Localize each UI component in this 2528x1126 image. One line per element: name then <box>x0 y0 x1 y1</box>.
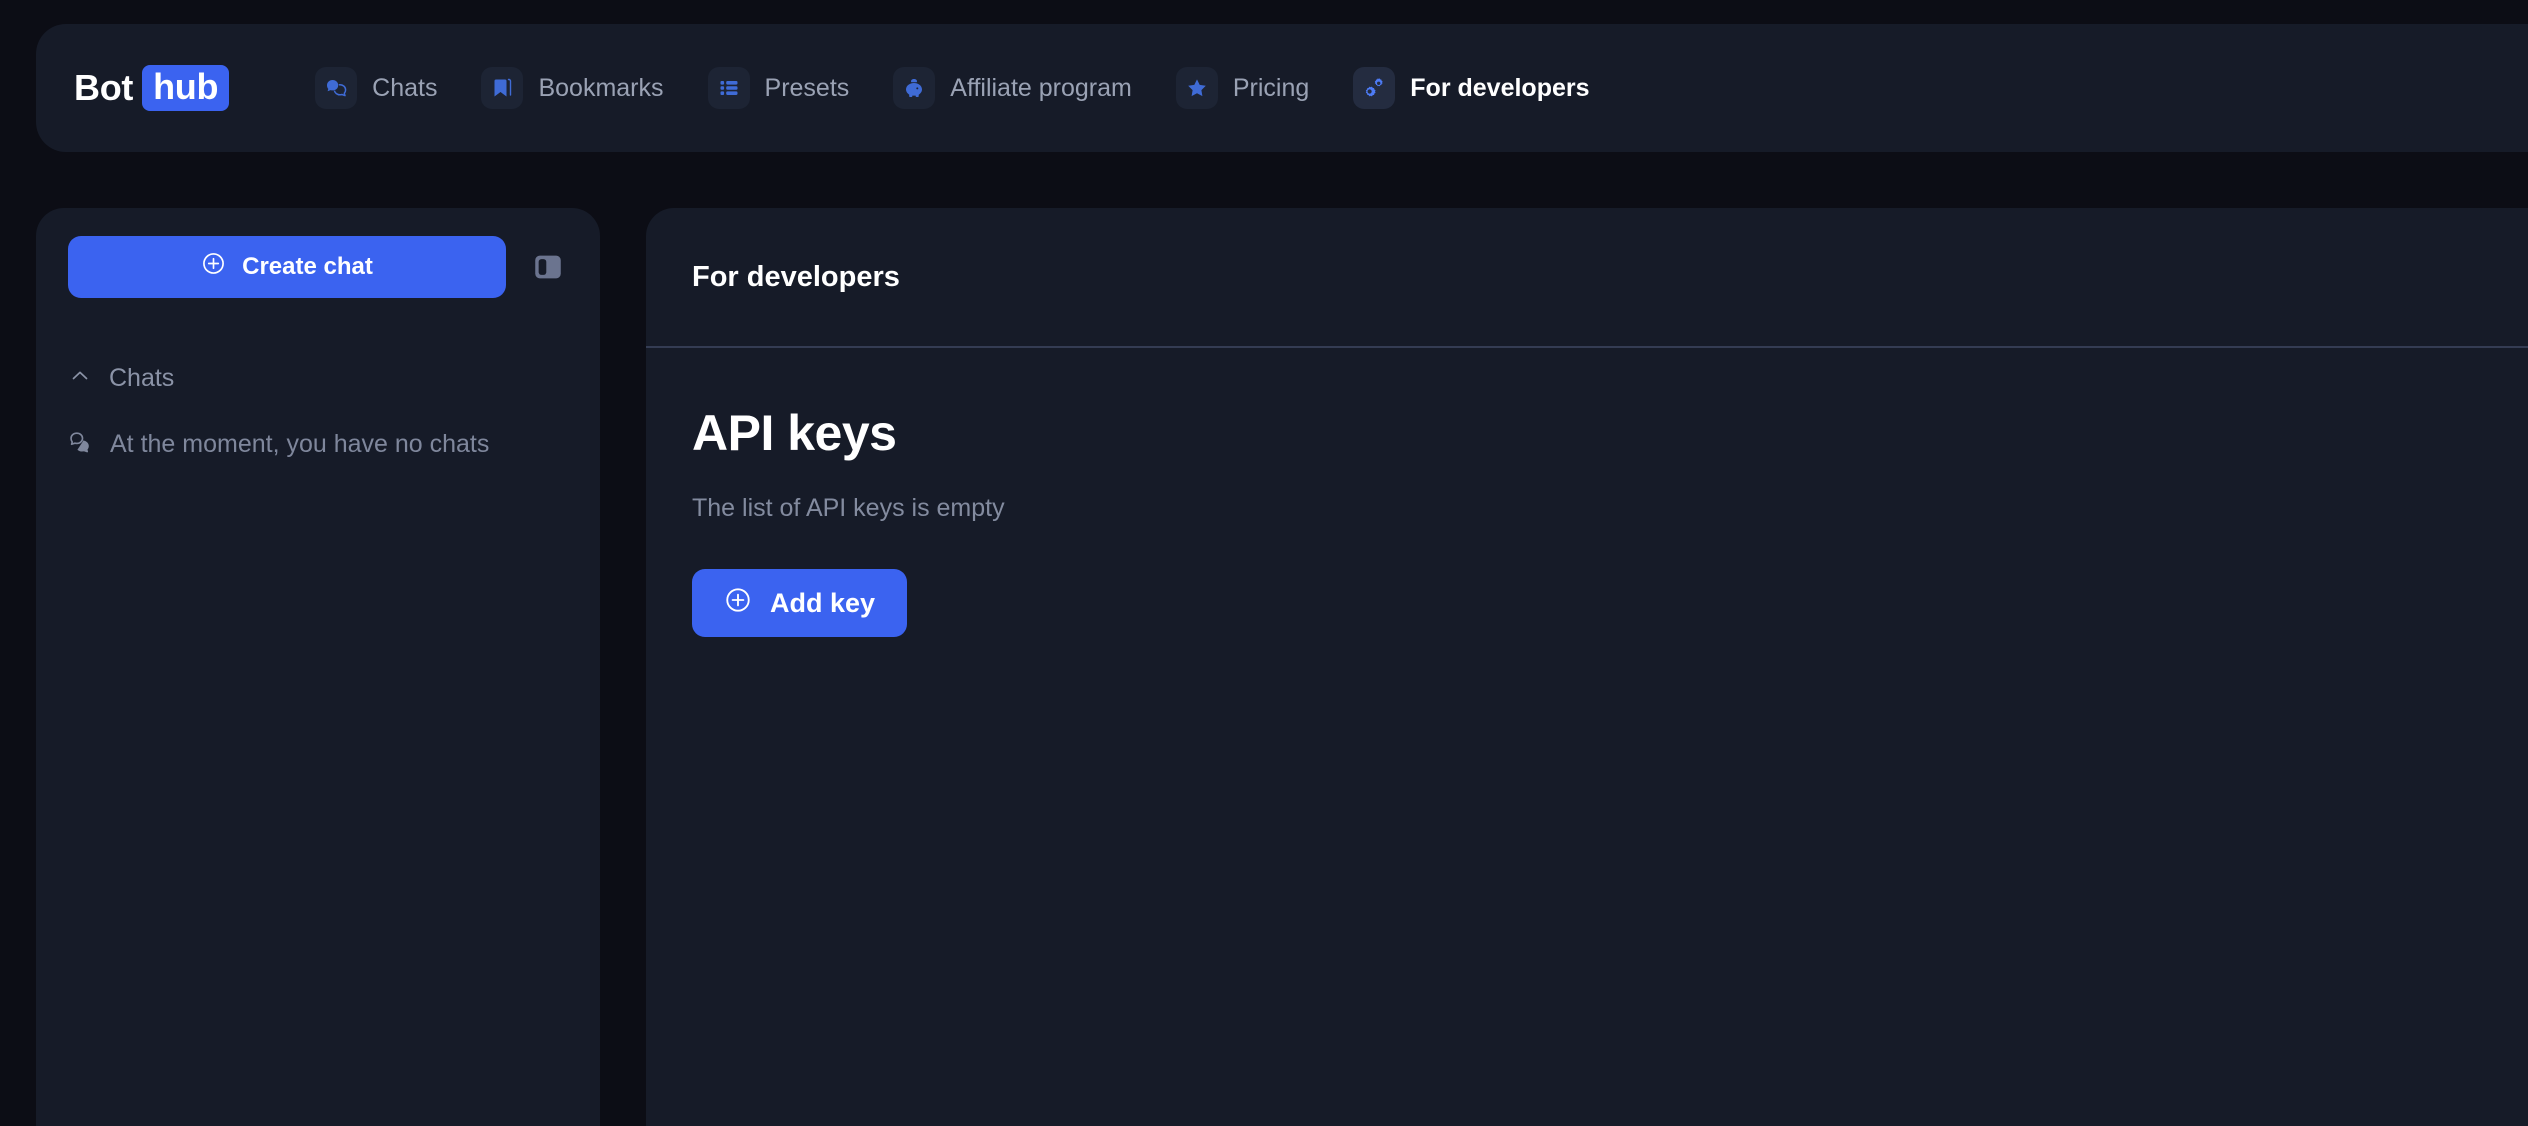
api-keys-section: API keys The list of API keys is empty A… <box>646 348 2528 637</box>
nav-item-chats[interactable]: Chats <box>293 57 459 119</box>
bookmark-icon <box>481 67 523 109</box>
create-chat-label: Create chat <box>242 253 373 281</box>
list-icon <box>708 67 750 109</box>
plus-circle-icon <box>201 251 226 283</box>
brand-name-secondary: hub <box>142 65 229 111</box>
nav-item-label: Affiliate program <box>950 74 1132 103</box>
page-title: For developers <box>692 261 900 294</box>
create-chat-button[interactable]: Create chat <box>68 236 506 298</box>
nav-item-pricing[interactable]: Pricing <box>1154 57 1331 119</box>
sidebar: Create chat Chats At the moment, you hav… <box>36 208 600 1126</box>
nav-item-bookmarks[interactable]: Bookmarks <box>459 57 685 119</box>
nav-item-label: For developers <box>1410 74 1589 103</box>
main-panel-header: For developers <box>646 208 2528 348</box>
chats-section-label: Chats <box>109 364 174 393</box>
plus-circle-icon <box>724 586 752 621</box>
nav-item-label: Chats <box>372 74 437 103</box>
gears-icon <box>1353 67 1395 109</box>
chevron-up-icon <box>68 364 92 393</box>
piggy-bank-icon <box>893 67 935 109</box>
sidebar-top-row: Create chat <box>68 236 568 298</box>
star-icon <box>1176 67 1218 109</box>
panel-toggle-icon[interactable] <box>528 247 568 287</box>
nav-item-for-developers[interactable]: For developers <box>1331 57 1611 119</box>
main-nav: Chats Bookmarks <box>293 57 1611 119</box>
nav-item-label: Pricing <box>1233 74 1309 103</box>
empty-chats-row: At the moment, you have no chats <box>68 429 568 460</box>
chats-icon <box>315 67 357 109</box>
chat-bubble-icon <box>68 429 94 460</box>
chats-section-header[interactable]: Chats <box>68 364 568 393</box>
add-key-label: Add key <box>770 588 875 619</box>
section-title: API keys <box>692 404 2482 462</box>
app-header: Bot hub Chats Bookmarks <box>36 24 2528 152</box>
empty-chats-text: At the moment, you have no chats <box>110 430 489 459</box>
main-panel: For developers API keys The list of API … <box>646 208 2528 1126</box>
nav-item-presets[interactable]: Presets <box>686 57 872 119</box>
brand-logo[interactable]: Bot hub <box>74 65 229 111</box>
nav-item-affiliate-program[interactable]: Affiliate program <box>871 57 1154 119</box>
nav-item-label: Bookmarks <box>538 74 663 103</box>
empty-keys-text: The list of API keys is empty <box>692 494 2482 523</box>
add-key-button[interactable]: Add key <box>692 569 907 637</box>
nav-item-label: Presets <box>765 74 850 103</box>
brand-name-primary: Bot <box>74 67 142 109</box>
